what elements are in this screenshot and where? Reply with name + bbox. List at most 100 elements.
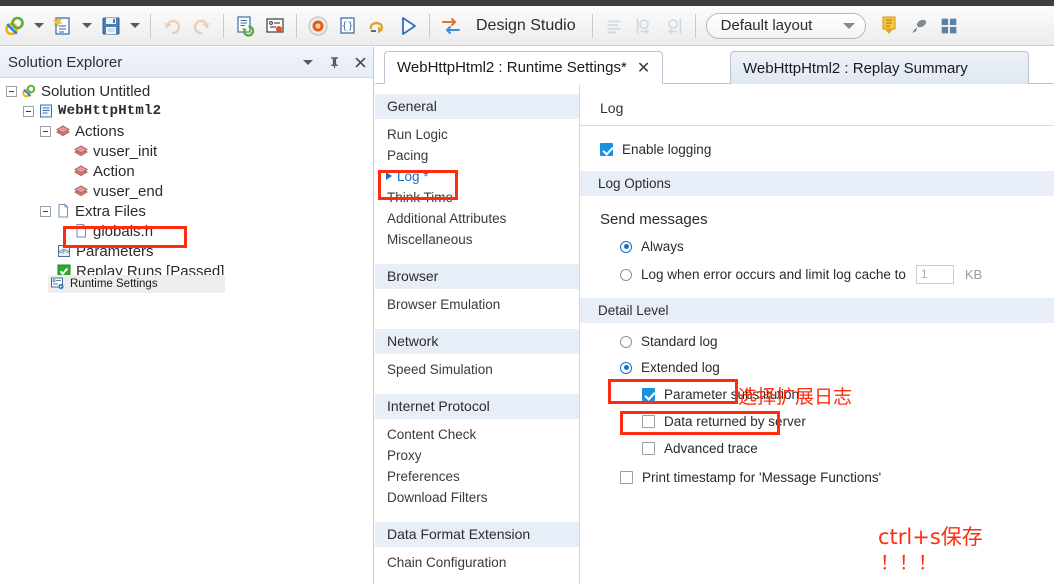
nav-item[interactable]: Log *: [375, 166, 579, 187]
layout-combo[interactable]: Default layout: [705, 12, 866, 39]
tree-item-label: Extra Files: [75, 202, 146, 220]
send-messages-always-radio[interactable]: [620, 240, 632, 253]
nav-item[interactable]: Run Logic: [375, 124, 579, 145]
data-returned-row[interactable]: Data returned by server: [580, 414, 1054, 429]
toolbar-divider-5: [591, 13, 593, 38]
run-icon[interactable]: [393, 9, 423, 43]
tree-item[interactable]: vuser_init: [0, 141, 373, 161]
nav-item[interactable]: Browser Emulation: [375, 294, 579, 315]
panel-menu-icon[interactable]: [295, 49, 321, 75]
loadrunner-logo-icon[interactable]: [0, 9, 30, 43]
data-returned-checkbox[interactable]: [642, 415, 655, 428]
file-icon: [73, 223, 89, 239]
runtime-settings-icon[interactable]: [260, 9, 290, 43]
standard-log-row[interactable]: Standard log: [580, 334, 1054, 349]
toolbar-divider: [150, 13, 151, 38]
refresh-script-icon[interactable]: [230, 9, 260, 43]
tree-item-label: WebHttpHtml2: [58, 103, 162, 119]
runtime-settings-body: General Run Logic Pacing Log * Think Time Add…: [375, 85, 1054, 584]
nav-item[interactable]: Preferences: [375, 466, 579, 487]
design-studio-label[interactable]: Design Studio: [466, 17, 586, 35]
tree-item[interactable]: <P> Parameters: [0, 241, 373, 261]
enable-logging-row[interactable]: Enable logging: [580, 142, 1054, 157]
redo-icon[interactable]: [187, 9, 217, 43]
send-messages-onerror-row[interactable]: Log when error occurs and limit log cach…: [580, 265, 1054, 284]
tree-expander-icon[interactable]: [40, 125, 51, 137]
tree-item-label: vuser_init: [93, 142, 158, 160]
pane-title: Log: [600, 100, 624, 116]
send-messages-onerror-radio[interactable]: [620, 268, 632, 281]
tree-item[interactable]: WebHttpHtml2: [0, 101, 373, 121]
panels-icon[interactable]: [934, 9, 964, 43]
nav-group-header: Internet Protocol: [375, 394, 579, 419]
snapshot-icon[interactable]: [874, 9, 904, 43]
tab-runtime-settings-label: WebHttpHtml2 : Runtime Settings*: [397, 59, 627, 76]
nav-group-header: Network: [375, 329, 579, 354]
new-script-dropdown[interactable]: [78, 9, 96, 43]
nav-item[interactable]: Chain Configuration: [375, 552, 579, 573]
close-icon[interactable]: [347, 49, 373, 75]
record-icon[interactable]: [303, 9, 333, 43]
nav-item[interactable]: Download Filters: [375, 487, 579, 508]
svg-text:<P>: <P>: [58, 248, 70, 256]
save-icon[interactable]: [96, 9, 126, 43]
undo-icon[interactable]: [157, 9, 187, 43]
folder-icon: [55, 203, 71, 219]
list-view-icon[interactable]: [599, 9, 629, 43]
tree-item-label: Action: [93, 162, 135, 180]
design-studio-icon[interactable]: [436, 9, 466, 43]
save-dropdown[interactable]: [126, 9, 144, 43]
tree-item[interactable]: Actions: [0, 121, 373, 141]
enable-logging-checkbox[interactable]: [600, 143, 613, 156]
tree-item[interactable]: Extra Files: [0, 201, 373, 221]
nav-item[interactable]: Speed Simulation: [375, 359, 579, 380]
think-time-right-icon[interactable]: [659, 9, 689, 43]
nav-item[interactable]: Content Check: [375, 424, 579, 445]
standard-log-radio[interactable]: [620, 335, 632, 348]
panel-title: Solution Explorer: [8, 53, 123, 71]
replay-loop-icon[interactable]: [363, 9, 393, 43]
nav-item[interactable]: Proxy: [375, 445, 579, 466]
tree-expander-icon[interactable]: [6, 85, 17, 97]
print-timestamp-checkbox[interactable]: [620, 471, 633, 484]
script-icon: [38, 103, 54, 119]
toolbar-divider-2: [223, 13, 224, 38]
log-options-band: Log Options: [580, 171, 1054, 196]
log-cache-input[interactable]: 1: [915, 265, 954, 284]
highlighter-icon[interactable]: [904, 9, 934, 43]
extended-log-row[interactable]: Extended log: [580, 360, 1054, 375]
print-timestamp-row[interactable]: Print timestamp for 'Message Functions': [580, 470, 1054, 485]
anno-text-save-bangs: ！！！: [880, 552, 938, 574]
nav-item[interactable]: Additional Attributes: [375, 208, 579, 229]
tab-runtime-settings[interactable]: WebHttpHtml2 : Runtime Settings* ✕: [384, 51, 664, 84]
pin-icon[interactable]: [321, 49, 347, 75]
nav-group-header: Data Format Extension: [375, 522, 579, 547]
nav-item[interactable]: Miscellaneous: [375, 229, 579, 250]
tree-item[interactable]: vuser_end: [0, 181, 373, 201]
loadrunner-logo-dropdown[interactable]: [30, 9, 48, 43]
advanced-trace-checkbox[interactable]: [642, 442, 655, 455]
tab-replay-summary[interactable]: WebHttpHtml2 : Replay Summary: [730, 51, 1029, 84]
tree-item[interactable]: Solution Untitled: [0, 81, 373, 101]
parameters-icon: <P>: [56, 243, 72, 259]
chevron-down-icon: [842, 22, 855, 29]
runtime-settings-nav[interactable]: General Run Logic Pacing Log * Think Time Add…: [375, 85, 580, 584]
tree-expander-icon[interactable]: [23, 105, 34, 117]
compile-icon[interactable]: {}: [333, 9, 363, 43]
tree-expander-icon[interactable]: [40, 205, 51, 217]
nav-item[interactable]: Think Time: [375, 187, 579, 208]
tree-item[interactable]: Action: [0, 161, 373, 181]
parameter-substitution-checkbox[interactable]: [642, 388, 655, 401]
send-messages-always-row[interactable]: Always: [580, 239, 1054, 254]
send-messages-onerror-label: Log when error occurs and limit log cach…: [641, 267, 906, 282]
extended-log-radio[interactable]: [620, 361, 632, 374]
think-time-left-icon[interactable]: [629, 9, 659, 43]
advanced-trace-row[interactable]: Advanced trace: [580, 441, 1054, 456]
solution-tree[interactable]: Solution Untitled WebHttpHtml2 Actions vuse…: [0, 78, 373, 281]
tree-item[interactable]: globals.h: [0, 221, 373, 241]
close-icon[interactable]: ✕: [637, 58, 650, 78]
nav-item[interactable]: Pacing: [375, 145, 579, 166]
toolbar-divider-4: [429, 13, 430, 38]
tree-item-runtime-settings[interactable]: Runtime Settings: [48, 275, 225, 293]
new-script-icon[interactable]: [48, 9, 78, 43]
